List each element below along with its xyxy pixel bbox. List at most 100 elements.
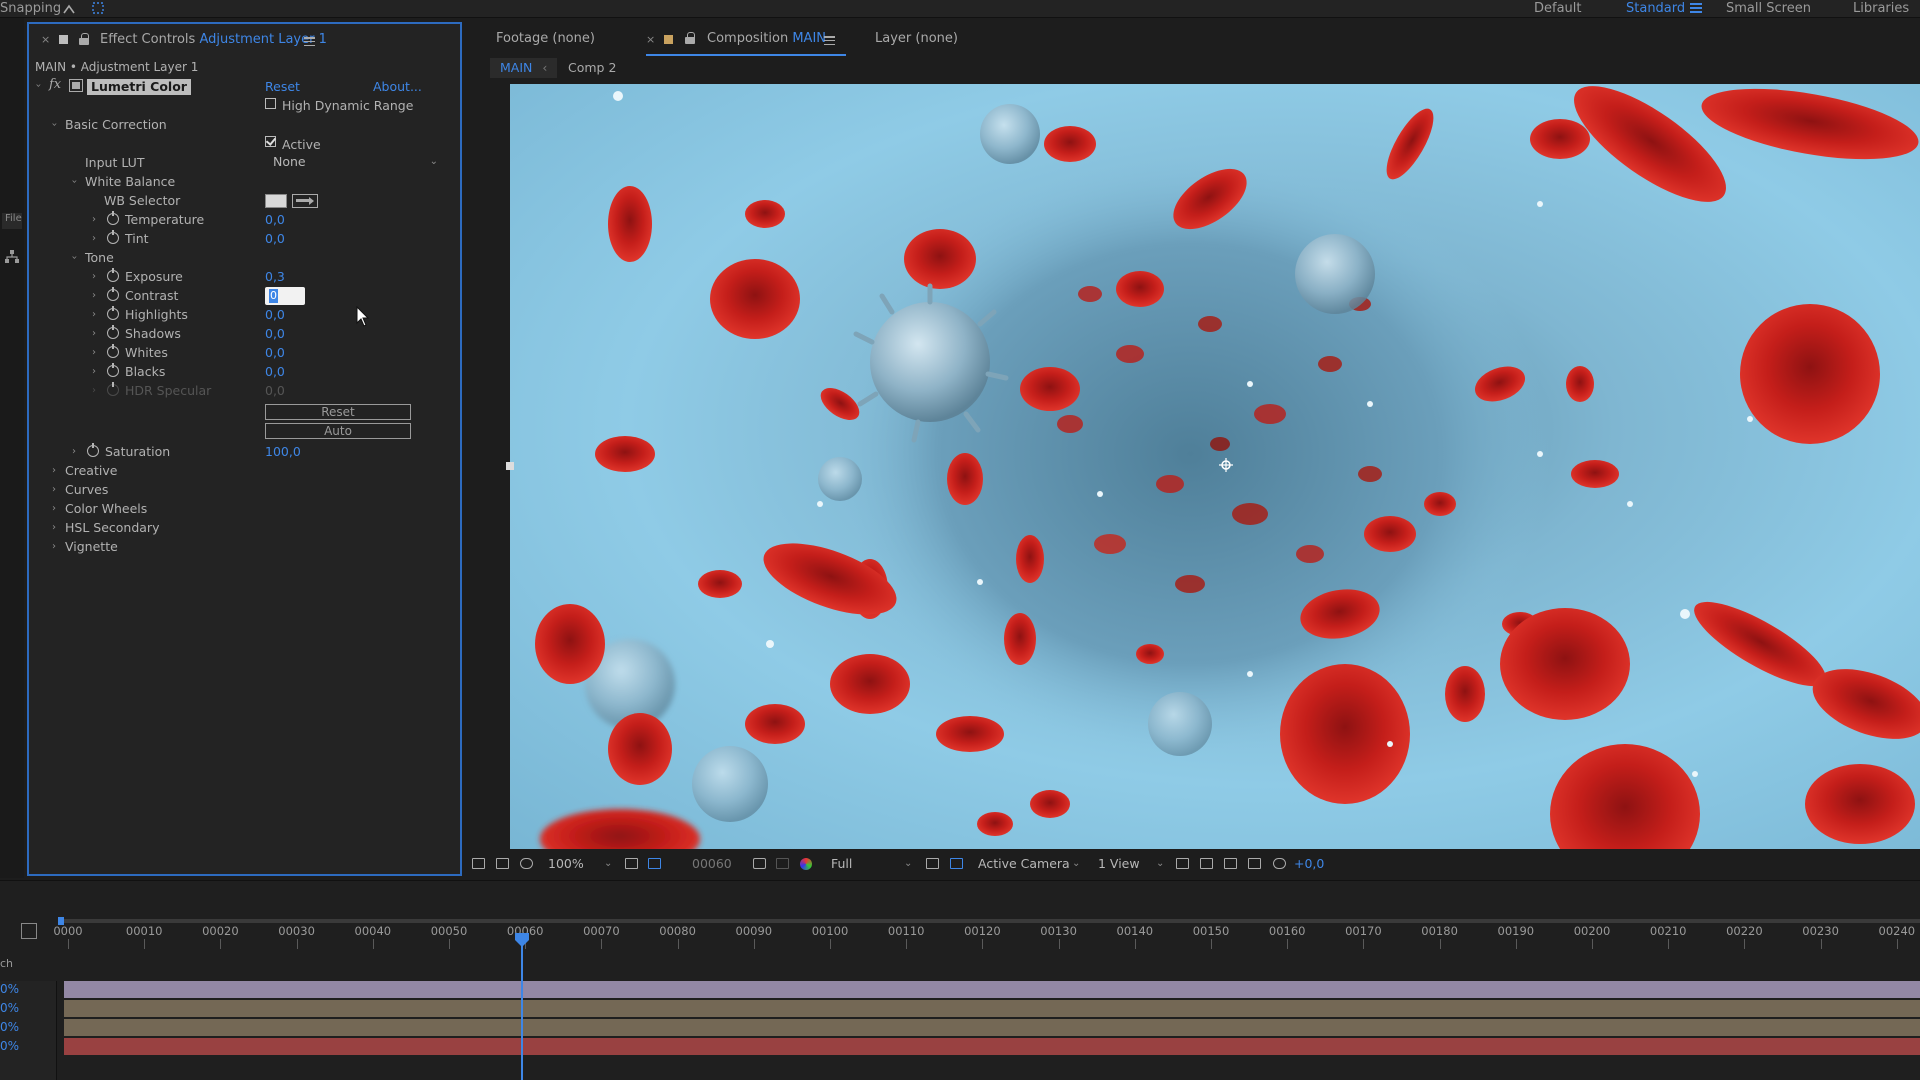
input-lut-dropdown[interactable]: None ⌄ — [273, 153, 438, 171]
timeline-comp-icon[interactable] — [21, 923, 37, 939]
timeline-icon[interactable] — [1224, 858, 1237, 869]
eyedropper-icon[interactable] — [292, 194, 318, 208]
layer-duration-bar[interactable] — [64, 981, 1920, 998]
whites-toggle[interactable]: › — [89, 343, 99, 362]
layer-tab[interactable]: Layer (none) — [875, 31, 958, 46]
camera-chevron-down-icon[interactable]: ⌄ — [1072, 853, 1080, 875]
saturation-stopwatch-icon[interactable] — [87, 443, 99, 457]
camera-snapshot-icon[interactable] — [753, 858, 766, 869]
section-creative[interactable]: Creative — [65, 461, 117, 480]
reset-exposure-icon[interactable] — [1273, 858, 1286, 869]
tone-auto-button[interactable]: Auto — [265, 423, 411, 439]
exposure-stopwatch-icon[interactable] — [107, 268, 119, 282]
active-checkbox[interactable] — [265, 136, 276, 147]
views-chevron-down-icon[interactable]: ⌄ — [1156, 853, 1164, 875]
transparency-grid-icon[interactable] — [950, 858, 963, 869]
footage-tab[interactable]: Footage (none) — [496, 31, 595, 46]
workspace-menu-icon[interactable] — [1690, 3, 1702, 13]
vignette-toggle[interactable]: › — [49, 537, 59, 556]
hdr-checkbox[interactable] — [265, 98, 276, 109]
wb-color-swatch[interactable] — [265, 194, 287, 208]
camera-view-value[interactable]: Active Camera — [978, 853, 1070, 875]
contrast-input[interactable]: 0 — [265, 287, 305, 305]
lumetri-about-link[interactable]: About... — [373, 77, 422, 96]
composition-lock-icon[interactable] — [685, 32, 695, 44]
fast-previews-icon[interactable] — [1200, 858, 1213, 869]
saturation-value[interactable]: 100,0 — [265, 442, 301, 461]
whites-value[interactable]: 0,0 — [265, 343, 285, 362]
close-panel-icon[interactable]: × — [41, 33, 50, 46]
layer-handle[interactable] — [506, 462, 514, 470]
highlights-stopwatch-icon[interactable] — [107, 306, 119, 320]
layer-percent-value[interactable]: 0% — [0, 1019, 19, 1036]
panel-menu-icon[interactable] — [304, 37, 315, 47]
curves-toggle[interactable]: › — [49, 480, 59, 499]
vr-icon[interactable] — [520, 858, 533, 869]
shadows-stopwatch-icon[interactable] — [107, 325, 119, 339]
tint-stopwatch-icon[interactable] — [107, 230, 119, 244]
basic-correction-toggle[interactable]: › — [45, 120, 64, 130]
layer-percent-value[interactable]: 0% — [0, 1038, 19, 1055]
blacks-stopwatch-icon[interactable] — [107, 363, 119, 377]
section-curves[interactable]: Curves — [65, 480, 108, 499]
section-color-wheels[interactable]: Color Wheels — [65, 499, 147, 518]
highlights-value[interactable]: 0,0 — [265, 305, 285, 324]
hsl-secondary-toggle[interactable]: › — [49, 518, 59, 537]
workspace-default[interactable]: Default — [1534, 1, 1582, 16]
workspace-small-screen[interactable]: Small Screen — [1726, 1, 1811, 16]
lumetri-expand-toggle[interactable]: › — [29, 81, 48, 91]
subtab-main[interactable]: MAIN ‹ — [490, 58, 558, 78]
views-value[interactable]: 1 View — [1098, 853, 1140, 875]
tint-toggle[interactable]: › — [89, 229, 99, 248]
lock-icon[interactable] — [79, 33, 89, 45]
effect-controls-tab[interactable]: Effect Controls Adjustment Layer 1 — [100, 32, 327, 47]
workspace-libraries[interactable]: Libraries — [1853, 1, 1909, 16]
temperature-value[interactable]: 0,0 — [265, 210, 285, 229]
playhead-icon[interactable] — [514, 933, 530, 947]
section-vignette[interactable]: Vignette — [65, 537, 118, 556]
snapping-label[interactable]: Snapping — [0, 1, 61, 16]
safe-zones-icon[interactable] — [625, 858, 638, 869]
layer-duration-bar[interactable] — [64, 1038, 1920, 1055]
show-snapshot-icon[interactable] — [776, 858, 789, 869]
always-preview-icon[interactable] — [472, 858, 485, 869]
panel-square-icon[interactable] — [59, 35, 68, 44]
color-channels-icon[interactable] — [800, 858, 812, 870]
tone-reset-button[interactable]: Reset — [265, 404, 411, 420]
composition-viewer[interactable] — [510, 84, 1920, 849]
snapping-icon[interactable] — [60, 0, 110, 18]
temperature-toggle[interactable]: › — [89, 210, 99, 229]
creative-toggle[interactable]: › — [49, 461, 59, 480]
shadows-value[interactable]: 0,0 — [265, 324, 285, 343]
layer-duration-bar[interactable] — [64, 1000, 1920, 1017]
exposure-toggle[interactable]: › — [89, 267, 99, 286]
file-tab[interactable]: File — [2, 213, 22, 229]
exposure-value[interactable]: 0,3 — [265, 267, 285, 286]
whites-stopwatch-icon[interactable] — [107, 344, 119, 358]
region-of-interest-icon[interactable] — [926, 858, 939, 869]
white-balance-toggle[interactable]: › — [65, 177, 84, 187]
lumetri-reset-link[interactable]: Reset — [265, 77, 300, 96]
flowchart-icon[interactable] — [1248, 858, 1261, 869]
white-balance-label[interactable]: White Balance — [85, 172, 175, 191]
tint-value[interactable]: 0,0 — [265, 229, 285, 248]
playhead-line[interactable] — [521, 941, 523, 1080]
saturation-toggle[interactable]: › — [69, 442, 79, 461]
blacks-value[interactable]: 0,0 — [265, 362, 285, 381]
exposure-offset-value[interactable]: +0,0 — [1294, 853, 1324, 875]
resolution-value[interactable]: Full — [831, 853, 852, 875]
section-hsl-secondary[interactable]: HSL Secondary — [65, 518, 159, 537]
highlights-toggle[interactable]: › — [89, 305, 99, 324]
contrast-toggle[interactable]: › — [89, 286, 99, 305]
blacks-toggle[interactable]: › — [89, 362, 99, 381]
current-frame[interactable]: 00060 — [692, 853, 732, 875]
zoom-chevron-down-icon[interactable]: ⌄ — [604, 853, 612, 875]
basic-correction-label[interactable]: Basic Correction — [65, 115, 167, 134]
composition-menu-icon[interactable] — [824, 36, 835, 46]
subtab-comp-2[interactable]: Comp 2 — [558, 58, 626, 78]
toggle-pixel-aspect-icon[interactable] — [1176, 858, 1189, 869]
time-ruler[interactable]: 0000 00010 00020 00030 00040 00050 00060 00070 0… — [53, 921, 1920, 949]
layer-percent-value[interactable]: 0% — [0, 981, 19, 998]
tone-toggle[interactable]: › — [65, 253, 84, 263]
monitor-icon[interactable] — [496, 858, 509, 869]
